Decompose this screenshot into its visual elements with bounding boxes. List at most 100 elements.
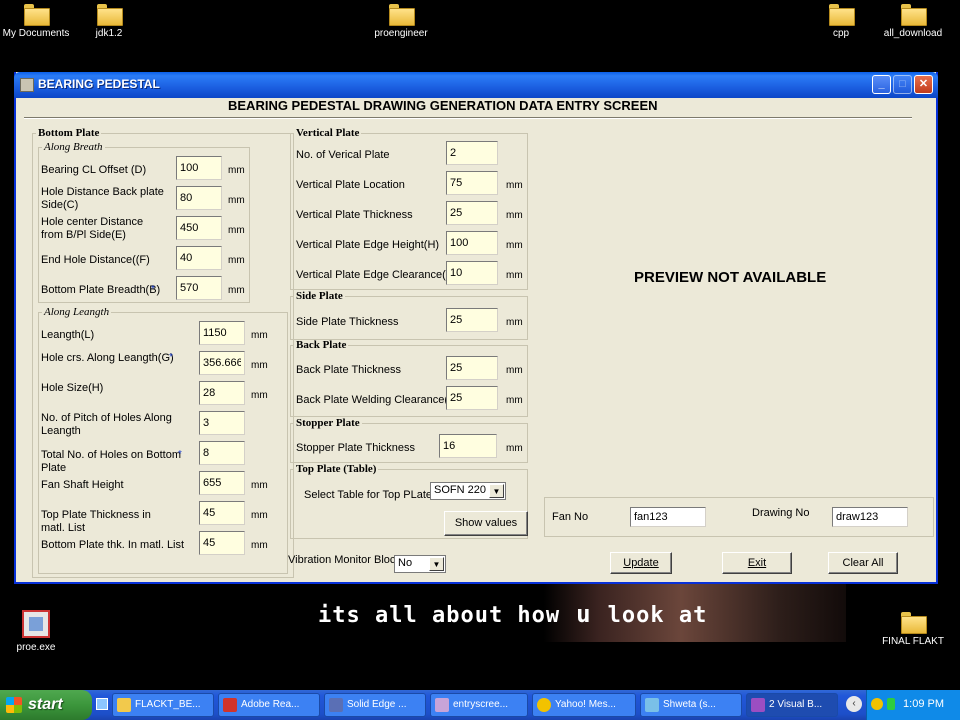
unit-label: mm bbox=[251, 480, 268, 491]
vertical-plate-legend: Vertical Plate bbox=[296, 127, 360, 139]
desktop-icon-label: all_download bbox=[883, 28, 943, 39]
folder-icon bbox=[901, 4, 927, 26]
unit-label: mm bbox=[506, 395, 523, 406]
desktop-icon-label: proe.exe bbox=[16, 642, 56, 653]
taskbar-item-solid-edge[interactable]: Solid Edge ... bbox=[324, 693, 426, 717]
taskbar-item-yahoo[interactable]: Yahoo! Mes... bbox=[532, 693, 636, 717]
chevron-down-icon[interactable]: ▼ bbox=[489, 484, 504, 498]
vertical-plate-edge-clearance-field[interactable] bbox=[446, 261, 498, 285]
window-titlebar[interactable]: BEARING PEDESTAL _ □ ✕ bbox=[14, 72, 938, 98]
taskbar-item-label: Adobe Rea... bbox=[241, 699, 300, 710]
minimize-button[interactable]: _ bbox=[872, 75, 891, 94]
drawing-no-field[interactable] bbox=[832, 507, 908, 527]
traffic-light-icon[interactable] bbox=[887, 698, 895, 710]
yahoo-messenger-icon bbox=[537, 698, 551, 712]
back-plate-legend: Back Plate bbox=[296, 339, 347, 351]
wallpaper-caption-part2: look at bbox=[607, 603, 708, 628]
taskbar-item-entryscreen[interactable]: entryscree... bbox=[430, 693, 528, 717]
stopper-plate-thickness-field[interactable] bbox=[439, 434, 497, 458]
desktop-icon-jdk[interactable]: jdk1.2 bbox=[70, 4, 148, 39]
show-values-button[interactable]: Show values bbox=[444, 511, 528, 536]
update-button[interactable]: Update bbox=[610, 552, 672, 574]
unit-label: mm bbox=[228, 165, 245, 176]
back-plate-welding-clearance-field[interactable] bbox=[446, 386, 498, 410]
desktop-icon-final-flakt[interactable]: FINAL FLAKT bbox=[874, 612, 952, 647]
vertical-plate-count-label: No. of Verical Plate bbox=[296, 149, 390, 161]
select-table-label: Select Table for Top PLate bbox=[304, 489, 433, 501]
end-hole-distance-field[interactable] bbox=[176, 246, 222, 270]
start-button[interactable]: start bbox=[0, 690, 92, 720]
total-holes-field[interactable] bbox=[199, 441, 245, 465]
desktop-icon-label: FINAL FLAKT bbox=[882, 636, 944, 647]
unit-label: mm bbox=[251, 390, 268, 401]
unit-label: mm bbox=[506, 443, 523, 454]
folder-icon bbox=[901, 612, 927, 634]
top-plate-table-value: SOFN 220 bbox=[434, 484, 486, 496]
required-marker: * bbox=[151, 284, 155, 295]
desktop-icon-my-documents[interactable]: My Documents bbox=[0, 4, 75, 39]
unit-label: mm bbox=[228, 195, 245, 206]
my-documents-icon bbox=[24, 4, 50, 26]
hole-crs-along-length-field[interactable] bbox=[199, 351, 245, 375]
vibration-monitor-select[interactable]: No ▼ bbox=[394, 555, 446, 573]
stopper-plate-legend: Stopper Plate bbox=[296, 417, 360, 429]
taskbar-item-visual-basic[interactable]: 2 Visual B... bbox=[746, 693, 838, 717]
exit-button[interactable]: Exit bbox=[722, 552, 792, 574]
hole-center-distance-field[interactable] bbox=[176, 216, 222, 240]
desktop-icon-proengineer[interactable]: proengineer bbox=[362, 4, 440, 39]
taskbar-scroll-left-icon[interactable]: ‹ bbox=[846, 696, 862, 712]
clear-all-button[interactable]: Clear All bbox=[828, 552, 898, 574]
desktop-icon-all-download[interactable]: all_download bbox=[874, 4, 952, 39]
vertical-plate-location-field[interactable] bbox=[446, 171, 498, 195]
pitch-of-holes-field[interactable] bbox=[199, 411, 245, 435]
vibration-monitor-label: Vibration Monitor Block bbox=[288, 554, 401, 566]
page-title: BEARING PEDESTAL DRAWING GENERATION DATA… bbox=[228, 98, 658, 113]
back-plate-thickness-field[interactable] bbox=[446, 356, 498, 380]
close-button[interactable]: ✕ bbox=[914, 75, 933, 94]
hole-distance-back-plate-field[interactable] bbox=[176, 186, 222, 210]
hole-crs-along-length-label: Hole crs. Along Leangth(G) bbox=[41, 352, 174, 364]
required-marker: * bbox=[169, 352, 173, 363]
unit-label: mm bbox=[228, 225, 245, 236]
fan-shaft-height-field[interactable] bbox=[199, 471, 245, 495]
smiley-icon[interactable] bbox=[871, 698, 883, 710]
unit-label: mm bbox=[506, 240, 523, 251]
unit-label: mm bbox=[506, 210, 523, 221]
desktop-icon-cpp[interactable]: cpp bbox=[802, 4, 880, 39]
taskbar-item-label: Solid Edge ... bbox=[347, 699, 407, 710]
side-plate-thickness-field[interactable] bbox=[446, 308, 498, 332]
unit-label: mm bbox=[506, 270, 523, 281]
desktop-icon-label: cpp bbox=[832, 28, 850, 39]
unit-label: mm bbox=[251, 330, 268, 341]
folder-icon bbox=[97, 4, 123, 26]
taskbar-item-shweta[interactable]: Shweta (s... bbox=[640, 693, 742, 717]
top-plate-thickness-matl-field[interactable] bbox=[199, 501, 245, 525]
maximize-button[interactable]: □ bbox=[893, 75, 912, 94]
bottom-plate-breadth-field[interactable] bbox=[176, 276, 222, 300]
vertical-plate-edge-height-field[interactable] bbox=[446, 231, 498, 255]
folder-icon bbox=[117, 698, 131, 712]
quick-launch-icon[interactable] bbox=[96, 698, 108, 710]
total-holes-label: Total No. of Holes on Bottom Plate bbox=[41, 449, 182, 474]
taskbar-item-adobe[interactable]: Adobe Rea... bbox=[218, 693, 320, 717]
vertical-plate-thickness-label: Vertical Plate Thickness bbox=[296, 209, 413, 221]
top-plate-table-select[interactable]: SOFN 220 ▼ bbox=[430, 482, 506, 500]
fan-no-field[interactable] bbox=[630, 507, 706, 527]
length-field[interactable] bbox=[199, 321, 245, 345]
application-icon bbox=[22, 610, 50, 638]
length-label: Leangth(L) bbox=[41, 329, 95, 341]
wallpaper-caption-part1: its all about how bbox=[318, 603, 561, 628]
taskbar-item-flackt[interactable]: FLACKT_BE... bbox=[112, 693, 214, 717]
drawing-no-label: Drawing No bbox=[752, 507, 810, 519]
vertical-plate-thickness-field[interactable] bbox=[446, 201, 498, 225]
chevron-down-icon[interactable]: ▼ bbox=[429, 557, 444, 571]
vertical-plate-count-field[interactable] bbox=[446, 141, 498, 165]
hole-size-field[interactable] bbox=[199, 381, 245, 405]
bottom-plate-thk-matl-field[interactable] bbox=[199, 531, 245, 555]
unit-label: mm bbox=[506, 180, 523, 191]
fan-shaft-height-label: Fan Shaft Height bbox=[41, 479, 124, 491]
bearing-cl-offset-field[interactable] bbox=[176, 156, 222, 180]
top-plate-legend: Top Plate (Table) bbox=[296, 463, 377, 475]
desktop-icon-proe-exe[interactable]: proe.exe bbox=[0, 610, 75, 653]
desktop-icon-label: jdk1.2 bbox=[95, 28, 123, 39]
